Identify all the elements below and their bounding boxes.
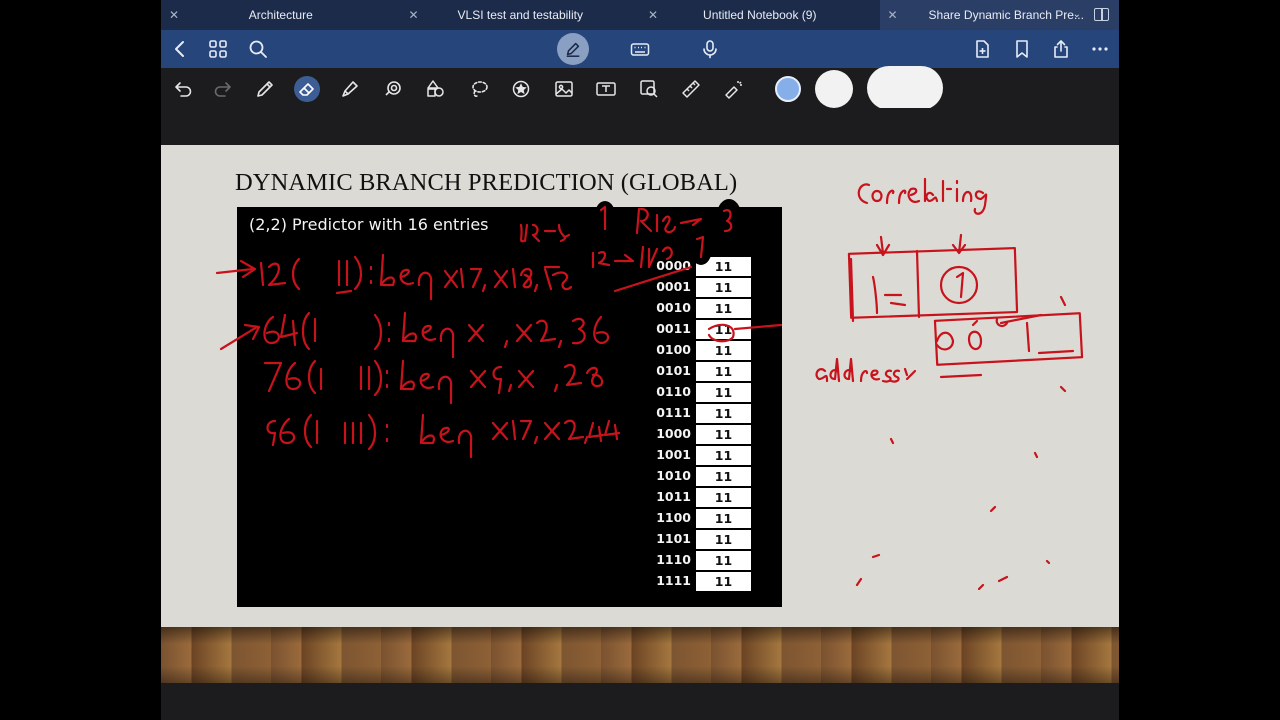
grid-icon[interactable] [203, 30, 233, 68]
image-icon[interactable] [551, 76, 577, 102]
handwriting-layer [215, 177, 1084, 591]
add-page-icon[interactable] [967, 30, 997, 68]
text-icon[interactable] [593, 76, 619, 102]
close-icon[interactable]: ✕ [888, 0, 898, 30]
close-icon[interactable]: ✕ [648, 0, 658, 30]
shape-icon[interactable] [380, 76, 406, 102]
tab-title: Untitled Notebook (9) [703, 8, 817, 22]
floor-background [161, 627, 1119, 683]
sidebar-toggle-icon[interactable] [1094, 8, 1109, 21]
search-icon[interactable] [243, 30, 273, 68]
tab-vlsi[interactable]: ✕ VLSI test and testability [401, 0, 641, 30]
tab-bar: ✕ Architecture ✕ VLSI test and testabili… [161, 0, 1119, 30]
laser-pointer-icon[interactable] [721, 76, 747, 102]
canvas-gap [161, 108, 1119, 144]
sticker-icon[interactable] [508, 76, 534, 102]
elements-icon[interactable] [423, 76, 449, 102]
pen-mode-icon[interactable] [557, 33, 589, 65]
color-swatch-white[interactable] [815, 70, 853, 108]
lasso-icon[interactable] [466, 76, 492, 102]
page-bottom-gap [161, 683, 1119, 720]
more-icon[interactable] [1085, 30, 1115, 68]
tab-title: Architecture [248, 8, 313, 22]
notes-app: ✕ Architecture ✕ VLSI test and testabili… [161, 0, 1119, 720]
bookmark-icon[interactable] [1007, 30, 1037, 68]
chevron-down-icon[interactable]: ⌄ [1073, 0, 1081, 30]
tools-bar [161, 68, 1119, 108]
navigation-bar [161, 30, 1119, 68]
keyboard-icon[interactable] [625, 30, 655, 68]
share-icon[interactable] [1046, 30, 1076, 68]
redo-icon[interactable] [210, 76, 236, 102]
tab-title: VLSI test and testability [457, 8, 583, 22]
tab-share-dynamic-branch[interactable]: ✕ Share Dynamic Branch Pre... ⌄ [879, 0, 1119, 30]
close-icon[interactable]: ✕ [409, 0, 419, 30]
scan-icon[interactable] [636, 76, 662, 102]
tab-title: Share Dynamic Branch Pre... [928, 8, 1084, 22]
tab-architecture[interactable]: ✕ Architecture [161, 0, 401, 30]
eraser-icon[interactable] [294, 76, 320, 102]
ruler-icon[interactable] [678, 76, 704, 102]
highlighter-icon[interactable] [337, 76, 363, 102]
tab-untitled-notebook[interactable]: ✕ Untitled Notebook (9) [640, 0, 880, 30]
notebook-page[interactable]: DYNAMIC BRANCH PREDICTION (GLOBAL) (2,2)… [161, 145, 1119, 627]
back-icon[interactable] [165, 30, 195, 68]
close-icon[interactable]: ✕ [169, 0, 179, 30]
pen-icon[interactable] [252, 76, 278, 102]
undo-icon[interactable] [170, 76, 196, 102]
microphone-icon[interactable] [695, 30, 725, 68]
stroke-width-swatch[interactable] [867, 66, 943, 110]
color-swatch-blue[interactable] [775, 76, 801, 102]
